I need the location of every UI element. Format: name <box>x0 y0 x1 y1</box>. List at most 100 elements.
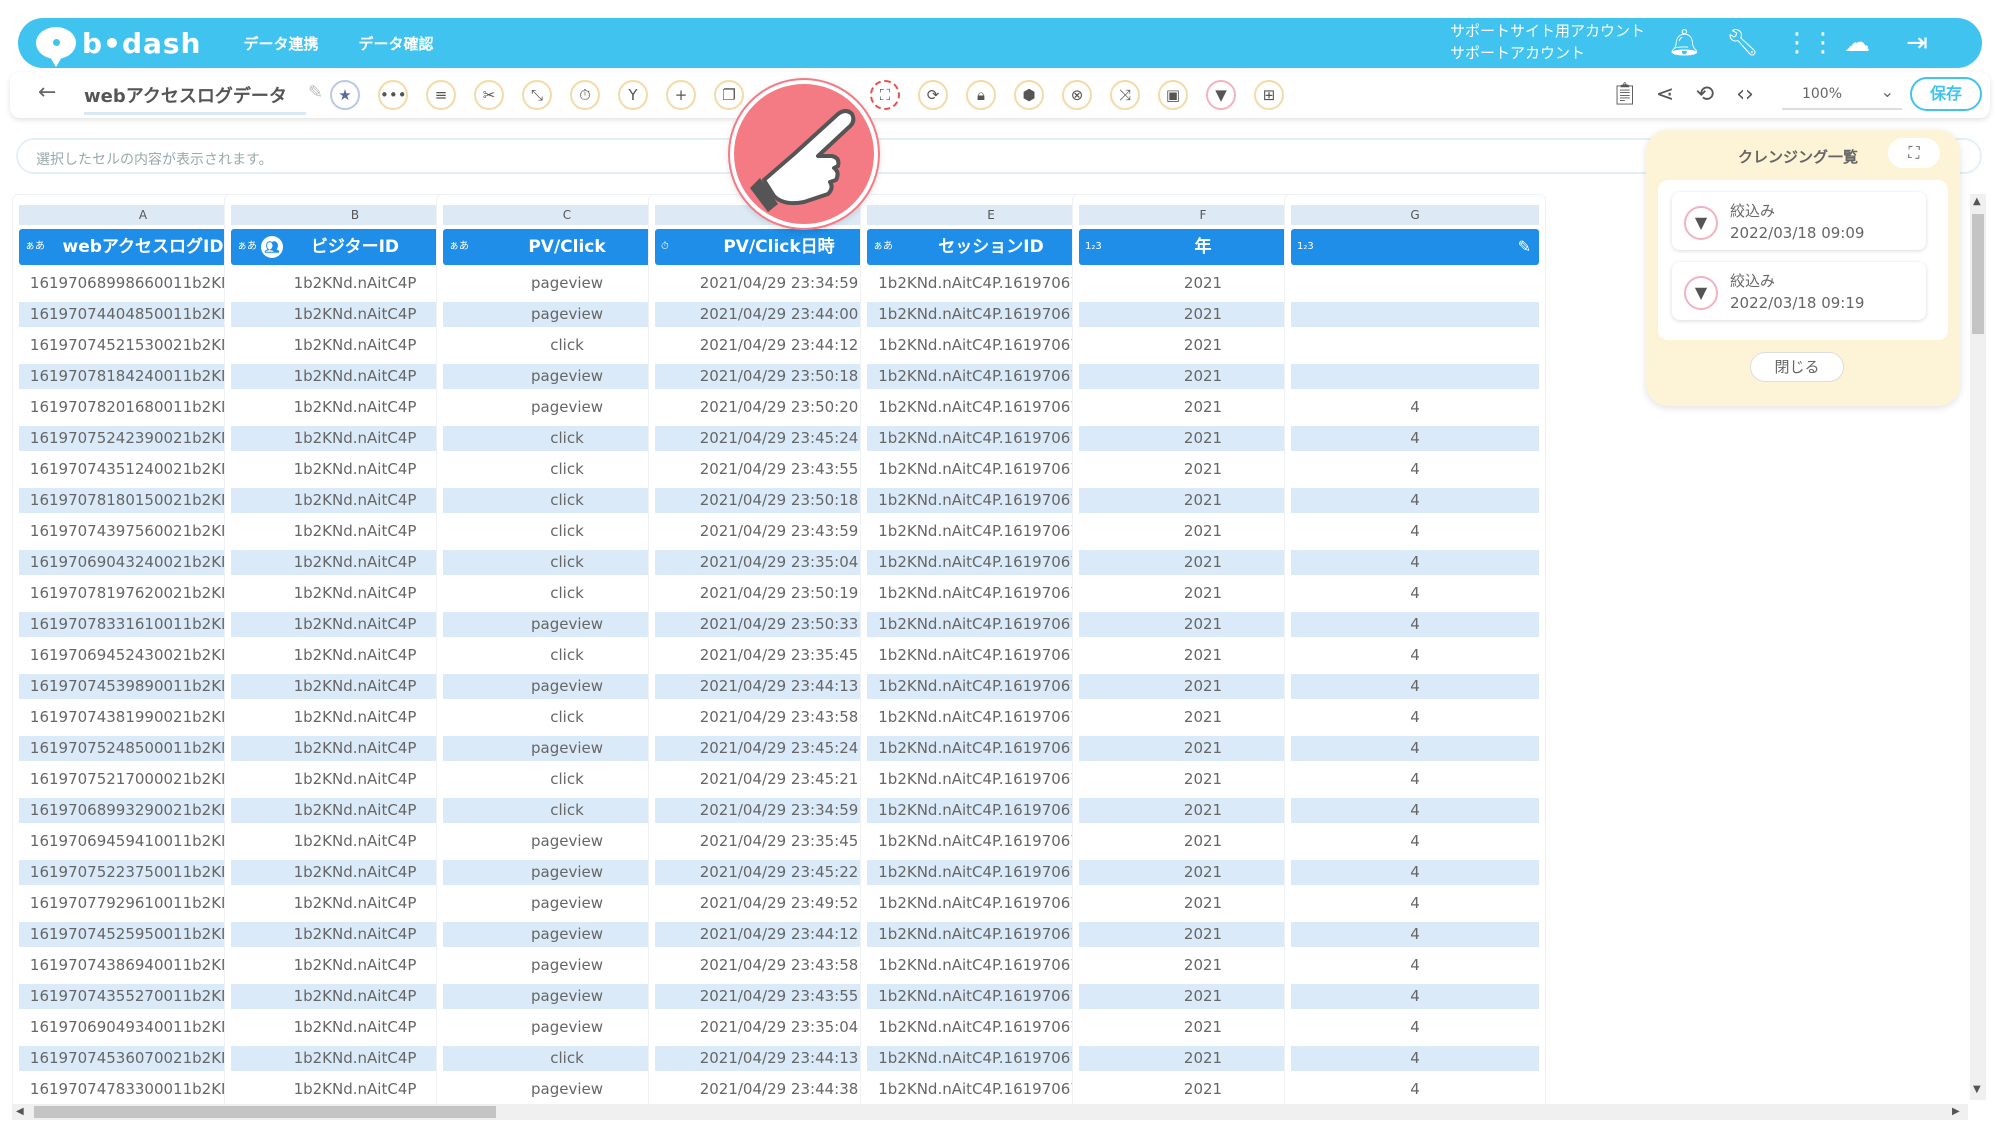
table-cell[interactable]: 4 <box>1291 953 1539 978</box>
panel-title: クレンジング一覧 <box>1738 148 1859 166</box>
edit-name-icon[interactable]: ✎ <box>308 82 323 103</box>
clipboard-icon[interactable]: 📋︎ <box>1610 80 1640 110</box>
table-cell[interactable]: 4 <box>1291 488 1539 513</box>
table-cell[interactable]: 4 <box>1291 705 1539 730</box>
scroll-right-icon[interactable]: ▶ <box>1952 1106 1960 1117</box>
column-type-icon: 1₂3 <box>1297 241 1314 252</box>
code-icon[interactable]: ‹› <box>1730 80 1760 110</box>
table-cell[interactable] <box>1291 333 1539 358</box>
column-type-icon: ぁあ <box>449 241 469 252</box>
nav-data-check[interactable]: データ確認 <box>359 33 434 54</box>
visitor-group-icon: 👥︎ <box>261 236 283 258</box>
account-info[interactable]: サポートサイト用アカウント サポートアカウント <box>1450 20 1645 64</box>
save-button[interactable]: 保存 <box>1910 77 1982 111</box>
column-name: PV/Click日時 <box>723 237 835 257</box>
top-navbar: b•dash データ連携 データ確認 サポートサイト用アカウント サポートアカウ… <box>18 18 1982 68</box>
column-type-icon: ⏱ <box>661 241 669 252</box>
column-type-icon: 1₂3 <box>1085 241 1102 252</box>
column-name: 年 <box>1194 237 1212 257</box>
table-cell[interactable]: 4 <box>1291 984 1539 1009</box>
column-type-icon: ぁあ <box>25 241 45 252</box>
nav-data-integration[interactable]: データ連携 <box>243 33 318 54</box>
favorite-star-icon[interactable]: ★ <box>330 80 360 110</box>
sheet-name[interactable]: webアクセスログデータ <box>84 82 306 115</box>
more-icon[interactable]: ••• <box>378 80 408 110</box>
table-cell[interactable]: 4 <box>1291 457 1539 482</box>
split-icon[interactable]: ✂ <box>474 80 504 110</box>
table-cell[interactable]: 4 <box>1291 1077 1539 1102</box>
cleansing-item[interactable]: ▼ 絞込み 2022/03/18 09:09 <box>1672 192 1926 250</box>
expand-icon[interactable]: ⛶ <box>1888 138 1940 168</box>
table-cell[interactable]: 4 <box>1291 426 1539 451</box>
wrench-icon[interactable]: 🔧︎ <box>1726 28 1759 58</box>
column-name: PV/Click <box>528 237 606 257</box>
vertical-scroll-thumb[interactable] <box>1972 214 1984 334</box>
column-header[interactable]: 1₂3 ✎ <box>1291 229 1539 265</box>
table-cell[interactable]: 4 <box>1291 581 1539 606</box>
filter-icon: ▼ <box>1684 276 1718 310</box>
scroll-left-icon[interactable]: ◀ <box>16 1106 24 1117</box>
share-icon[interactable]: ⋖ <box>1650 80 1680 110</box>
cleansing-list: ▼ 絞込み 2022/03/18 09:09 ▼ 絞込み 2022/03/18 … <box>1658 180 1948 340</box>
close-button[interactable]: 閉じる <box>1750 352 1844 382</box>
zoom-select[interactable]: 100% ⌄ <box>1782 80 1902 110</box>
table-cell[interactable]: 4 <box>1291 395 1539 420</box>
table-cell[interactable]: 4 <box>1291 643 1539 668</box>
scroll-up-icon[interactable]: ▲ <box>1973 196 1981 207</box>
table-cell[interactable]: 4 <box>1291 1015 1539 1040</box>
merge-icon[interactable]: Y <box>618 80 648 110</box>
cleansing-item-label: 絞込み <box>1730 272 1776 290</box>
zoom-value: 100% <box>1801 86 1843 102</box>
edit-column-icon[interactable]: ✎ <box>1518 229 1531 265</box>
table-cell[interactable] <box>1291 302 1539 327</box>
grid-apps-icon[interactable]: ⋮⋮ <box>1784 28 1836 58</box>
box-icon[interactable]: ⬢ <box>1014 80 1044 110</box>
table-cell[interactable]: 4 <box>1291 674 1539 699</box>
support-chat-icon[interactable]: ☁︎ <box>1842 28 1872 58</box>
horizontal-scroll-thumb[interactable] <box>34 1106 496 1118</box>
table-cell[interactable]: 4 <box>1291 519 1539 544</box>
account-line1: サポートサイト用アカウント <box>1450 22 1646 40</box>
bdash-logo[interactable]: b•dash <box>36 27 201 67</box>
timer-icon[interactable]: ⏱ <box>570 80 600 110</box>
bell-icon[interactable]: 🔔︎ <box>1668 28 1701 58</box>
table-cell[interactable]: 4 <box>1291 1046 1539 1071</box>
column-letter[interactable]: G <box>1291 205 1539 225</box>
table-cell[interactable]: 4 <box>1291 767 1539 792</box>
filter-icon: ▼ <box>1684 206 1718 240</box>
sheet-toolbar: ← webアクセスログデータ ✎ ★ ••• ≡ ✂ ⤡ ⏱ Y + ❐ ⛶ ⟳… <box>10 72 1990 118</box>
table-cell[interactable]: 4 <box>1291 891 1539 916</box>
repeat-icon[interactable]: ⟳ <box>918 80 948 110</box>
table-cell[interactable] <box>1291 271 1539 296</box>
lock-icon[interactable]: 🔒︎ <box>966 80 996 110</box>
table-cell[interactable]: 4 <box>1291 922 1539 947</box>
table-cell[interactable]: 4 <box>1291 860 1539 885</box>
frame-icon[interactable]: ▣ <box>1158 80 1188 110</box>
scroll-down-icon[interactable]: ▼ <box>1973 1084 1981 1095</box>
account-line2: サポートアカウント <box>1450 44 1586 62</box>
shrink-icon[interactable]: ⤡ <box>522 80 552 110</box>
table-cell[interactable]: 4 <box>1291 550 1539 575</box>
cell-content-placeholder: 選択したセルの内容が表示されます。 <box>36 152 273 168</box>
column-name: ビジターID <box>310 237 400 257</box>
pivot-icon[interactable]: ⊞ <box>1254 80 1284 110</box>
cleansing-item-label: 絞込み <box>1730 202 1776 220</box>
refresh-icon[interactable]: ⟲ <box>1690 80 1720 110</box>
filter-icon[interactable]: ▼ <box>1206 80 1236 110</box>
clear-icon[interactable]: ⊗ <box>1062 80 1092 110</box>
horizontal-scrollbar[interactable]: ◀ ▶ <box>12 1104 1968 1120</box>
add-icon[interactable]: + <box>666 80 696 110</box>
list-icon[interactable]: ≡ <box>426 80 456 110</box>
table-cell[interactable]: 4 <box>1291 829 1539 854</box>
transform-icon[interactable]: ⤨ <box>1110 80 1140 110</box>
table-cell[interactable]: 4 <box>1291 798 1539 823</box>
table-cell[interactable]: 4 <box>1291 736 1539 761</box>
cleansing-item[interactable]: ▼ 絞込み 2022/03/18 09:19 <box>1672 262 1926 320</box>
logout-icon[interactable]: ⇥ <box>1902 28 1932 58</box>
back-arrow-icon[interactable]: ← <box>38 80 56 105</box>
table-cell[interactable] <box>1291 364 1539 389</box>
vertical-scrollbar[interactable]: ▲ ▼ <box>1970 194 1986 1100</box>
logo-bubble-icon <box>36 27 76 67</box>
table-cell[interactable]: 4 <box>1291 612 1539 637</box>
column-g: G 1₂3 ✎ 4 4 4 4 4 4 4 4 4 4 4 4 4 4 4 4 4 4 4 4 4 4 4 <box>1284 194 1546 1106</box>
